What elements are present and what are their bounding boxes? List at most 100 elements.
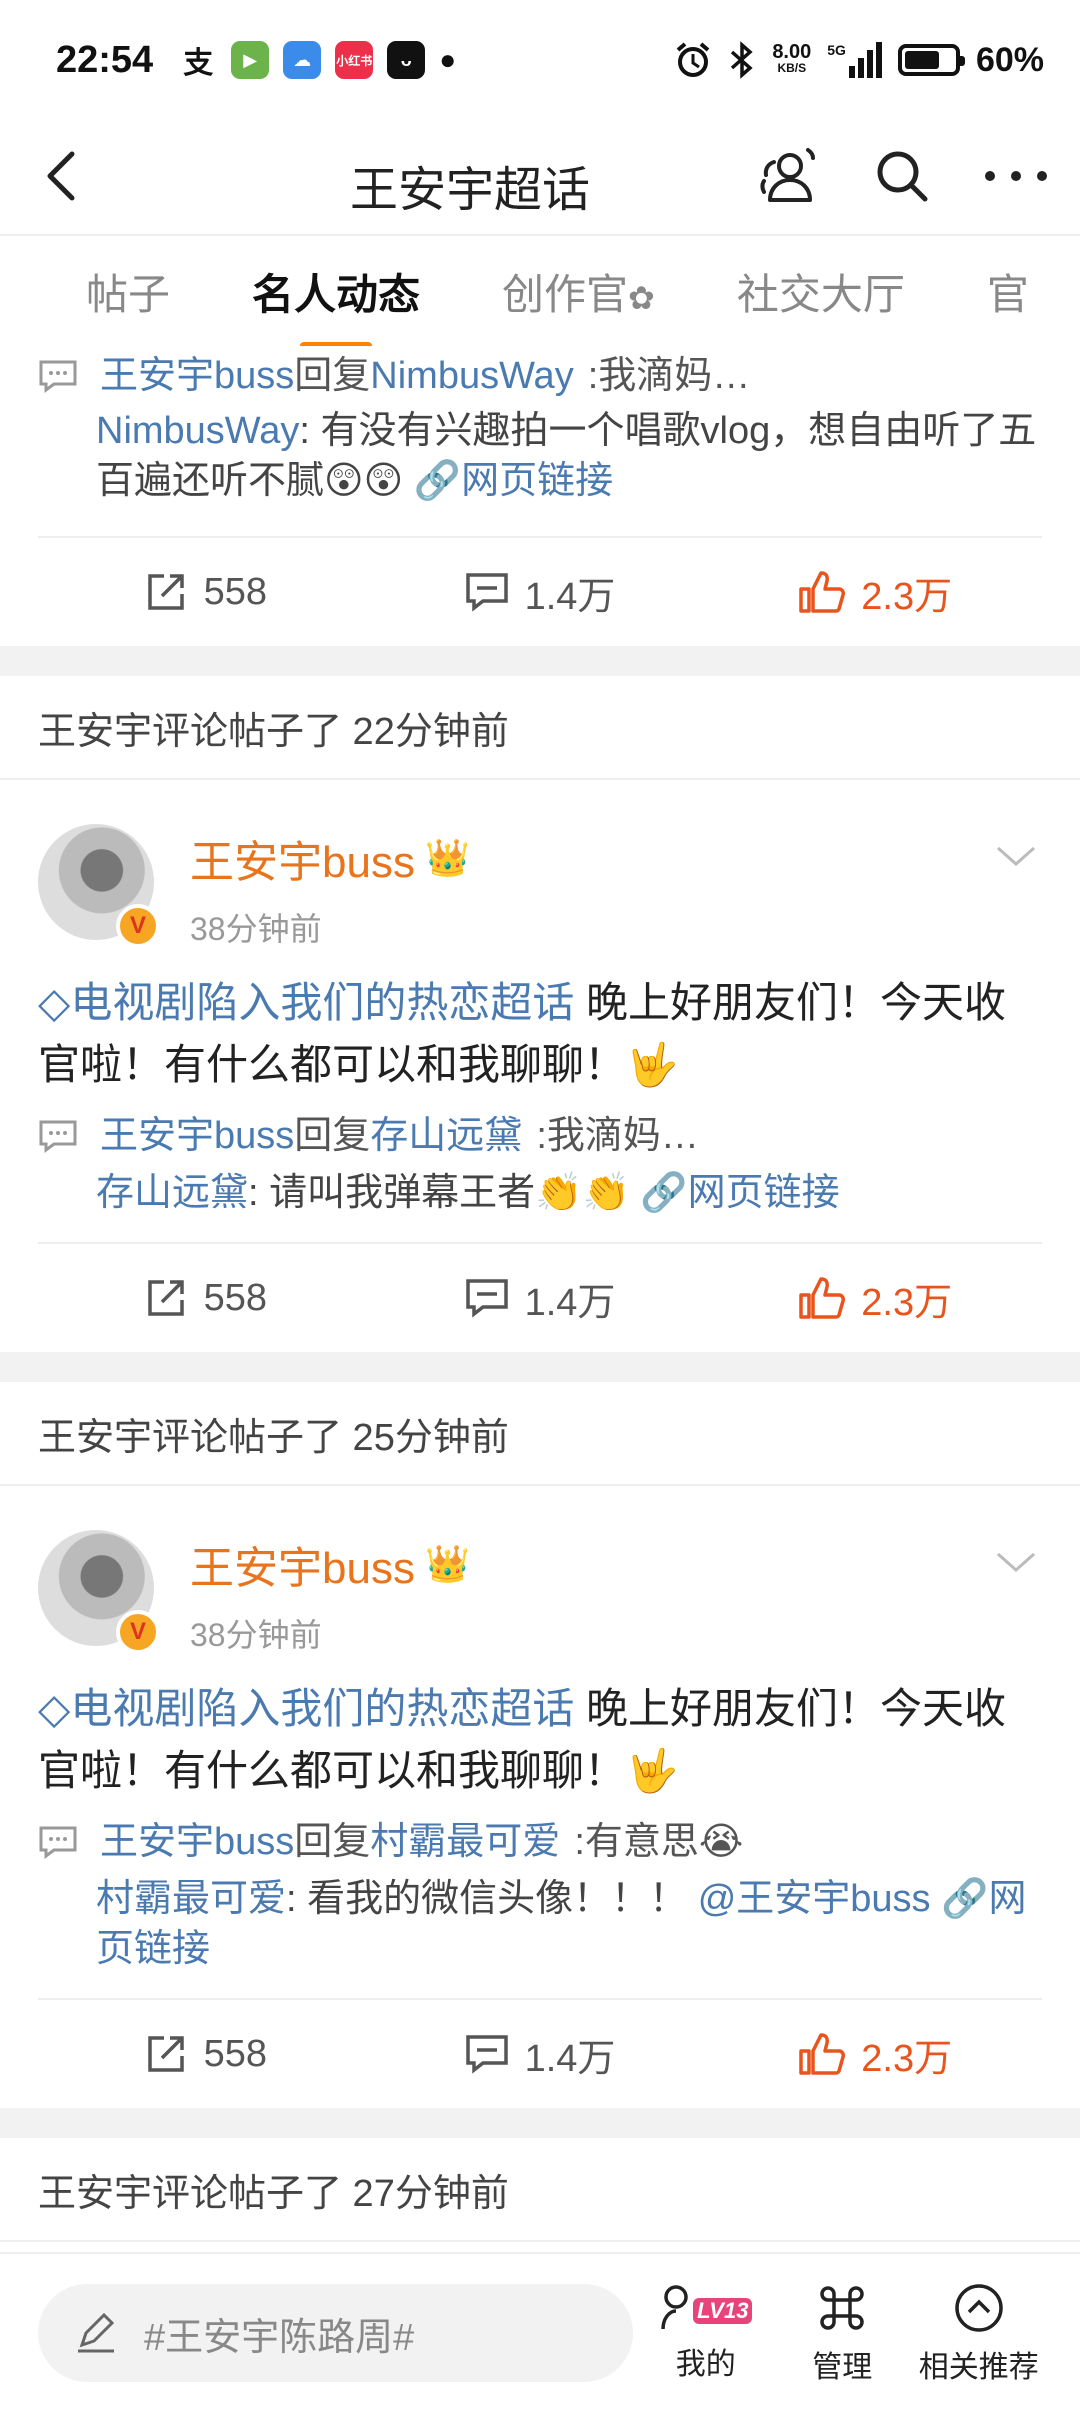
reply-author[interactable]: 王安宇buss [100, 350, 294, 402]
quote-author[interactable]: 村霸最可爱 [96, 1878, 286, 1920]
share-button[interactable]: 558 [38, 2032, 373, 2076]
quote-text: : 请叫我弹幕王者👏👏 [248, 1172, 630, 1214]
reply-text: :有意思😭 [574, 1821, 744, 1863]
reply-target[interactable]: 存山远黛 [370, 1110, 522, 1162]
reply-text: :我滴妈… [536, 1115, 699, 1157]
pencil-icon [78, 2312, 115, 2353]
top-reply-block: 王安宇buss 回复 NimbusWay :我滴妈… NimbusWay: 有没… [0, 346, 1080, 646]
reply-text: :我滴妈… [587, 355, 751, 397]
bottom-bar: #王安宇陈路周# LV13 我的 管理 相关推荐 [0, 2252, 1080, 2412]
comment-button[interactable]: 1.4万 [373, 2027, 708, 2082]
reply-line[interactable]: 王安宇buss 回复 村霸最可爱 :有意思😭 [0, 1816, 1080, 1868]
thumbs-up-icon [799, 571, 846, 613]
chevron-down-icon[interactable] [994, 1540, 1038, 1584]
comment-icon [465, 1279, 508, 1318]
quoted-comment[interactable]: 存山远黛: 请叫我弹幕王者👏👏 🔗网页链接 [0, 1168, 1080, 1218]
action-bar: 558 1.4万 2.3万 [38, 1998, 1042, 2108]
tab-social-hall[interactable]: 社交大厅 [737, 261, 905, 322]
web-link[interactable]: 🔗网页链接 [640, 1172, 839, 1214]
mention-link[interactable]: @王安宇buss [698, 1878, 931, 1920]
signal-icon: 5G [827, 42, 882, 78]
bluetooth-icon [731, 41, 753, 79]
action-bar: 558 1.4万 2.3万 [38, 536, 1042, 646]
battery-icon [897, 44, 965, 76]
like-button[interactable]: 2.3万 [707, 2027, 1042, 2082]
quoted-comment[interactable]: 村霸最可爱: 看我的微信头像！！！ @王安宇buss 🔗网页链接 [0, 1874, 1080, 1974]
share-button[interactable]: 558 [38, 570, 373, 614]
reply-block: 王安宇buss 回复 存山远黛 :我滴妈… 存山远黛: 请叫我弹幕王者👏👏 🔗网… [0, 1096, 1080, 1242]
section-divider [0, 2108, 1080, 2138]
like-button[interactable]: 2.3万 [707, 565, 1042, 620]
comment-button[interactable]: 1.4万 [373, 1271, 708, 1326]
comment-button[interactable]: 1.4万 [373, 565, 708, 620]
nav-mine[interactable]: LV13 我的 [643, 2283, 770, 2383]
comment-icon [39, 360, 77, 393]
tab-posts[interactable]: 帖子 [86, 261, 170, 322]
section-header: 王安宇评论帖子了 27分钟前 [0, 2138, 1080, 2242]
reply-verb: 回复 [294, 1115, 371, 1157]
post-card[interactable]: V 王安宇buss 👑 38分钟前 ◇电视剧陷入我们的热恋超话 晚上好朋友们！今天… [0, 780, 1080, 1352]
reply-line[interactable]: 王安宇buss 回复 存山远黛 :我滴妈… [0, 1110, 1080, 1162]
post-content[interactable]: ◇电视剧陷入我们的热恋超话 晚上好朋友们！今天收官啦！有什么都可以和我聊聊！🤟 [0, 942, 1080, 1096]
nav-related[interactable]: 相关推荐 [916, 2280, 1043, 2386]
section-divider [0, 646, 1080, 676]
tab-creators[interactable]: 创作官✿ [502, 261, 655, 322]
reply-author[interactable]: 王安宇buss [100, 1110, 294, 1162]
tab-celebrity-updates[interactable]: 名人动态 [252, 261, 420, 322]
quoted-comment[interactable]: NimbusWay: 有没有兴趣拍一个唱歌vlog，想自由听了五百遍还听不腻😲😲… [0, 406, 1080, 506]
tab-bar: 帖子 名人动态 创作官✿ 社交大厅 官 [0, 236, 1080, 346]
author-name[interactable]: 王安宇buss 👑 [190, 826, 470, 890]
reply-block: 王安宇buss 回复 村霸最可爱 :有意思😭 村霸最可爱: 看我的微信头像！！！… [0, 1802, 1080, 1998]
comment-icon [39, 1120, 77, 1153]
reply-verb: 回复 [294, 1821, 371, 1863]
nav-manage[interactable]: 管理 [779, 2280, 906, 2386]
reply-target[interactable]: NimbusWay [370, 350, 573, 402]
post-time: 38分钟前 [190, 1617, 322, 1653]
share-button[interactable]: 558 [38, 1276, 373, 1320]
post-time: 38分钟前 [190, 911, 322, 947]
xiaohongshu-icon: 小红书 [335, 41, 374, 79]
topic-link[interactable]: ◇电视剧陷入我们的热恋超话 [38, 979, 574, 1026]
chevron-up-circle-icon [955, 2284, 1003, 2332]
thumbs-up-icon [799, 2033, 846, 2075]
post-author-row: V 王安宇buss 👑 38分钟前 [0, 1530, 1080, 1654]
topic-link[interactable]: ◇电视剧陷入我们的热恋超话 [38, 1685, 574, 1732]
tab-official[interactable]: 官 [987, 261, 1029, 322]
verified-badge-icon: V [116, 1610, 160, 1654]
share-icon [147, 1280, 184, 1316]
share-icon [147, 2036, 184, 2072]
like-button[interactable]: 2.3万 [707, 1271, 1042, 1326]
profile-icon [661, 2285, 688, 2330]
search-icon[interactable] [870, 144, 934, 208]
post-author-row: V 王安宇buss 👑 38分钟前 [0, 824, 1080, 948]
thumbs-up-icon [799, 1277, 846, 1319]
app-icon: ᴗ [387, 41, 426, 79]
quote-author[interactable]: 存山远黛 [96, 1172, 248, 1214]
reply-author[interactable]: 王安宇buss [100, 1816, 294, 1868]
compose-input[interactable]: #王安宇陈路周# [38, 2284, 633, 2382]
verified-badge-icon: V [116, 904, 160, 948]
author-name[interactable]: 王安宇buss 👑 [190, 1532, 470, 1596]
game-icon: ▶ [231, 41, 270, 79]
comment-icon [465, 2035, 508, 2074]
comment-icon [39, 1826, 77, 1859]
diamond-icon: ◇ [38, 1685, 71, 1732]
group-chat-icon[interactable] [750, 140, 822, 212]
cloud-icon: ☁ [283, 41, 322, 79]
crown-badge-icon: 👑 [424, 837, 470, 878]
reply-target[interactable]: 村霸最可爱 [370, 1816, 560, 1868]
more-options-icon[interactable] [982, 166, 1050, 186]
notification-icons: 支 ▶ ☁ 小红书 ᴗ ● [179, 41, 456, 80]
quote-author[interactable]: NimbusWay [96, 410, 299, 452]
avatar[interactable]: V [38, 1530, 160, 1654]
post-card[interactable]: V 王安宇buss 👑 38分钟前 ◇电视剧陷入我们的热恋超话 晚上好朋友们！今天… [0, 1486, 1080, 2108]
avatar[interactable]: V [38, 824, 160, 948]
activity-section: 王安宇评论帖子了 25分钟前 V 王安宇buss 👑 38分钟前 ◇电视剧陷入我们… [0, 1382, 1080, 2108]
post-content[interactable]: ◇电视剧陷入我们的热恋超话 晚上好朋友们！今天收官啦！有什么都可以和我聊聊！🤟 [0, 1648, 1080, 1802]
chevron-down-icon[interactable] [994, 834, 1038, 878]
crown-badge-icon: 👑 [424, 1543, 470, 1584]
reply-line[interactable]: 王安宇buss 回复 NimbusWay :我滴妈… [0, 350, 1080, 402]
command-icon [820, 2286, 864, 2330]
alarm-icon [677, 42, 710, 77]
web-link[interactable]: 🔗网页链接 [414, 460, 613, 502]
